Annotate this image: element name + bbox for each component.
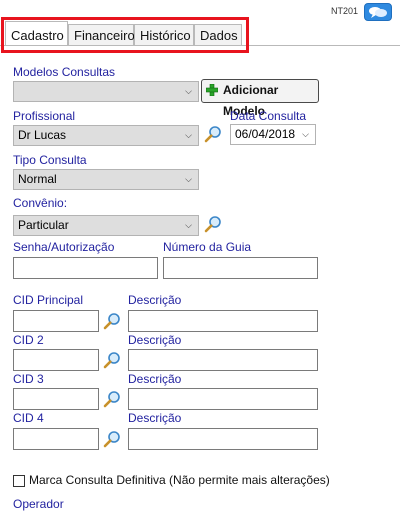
tipo-consulta-select[interactable]: Normal ⌵ — [13, 169, 199, 190]
data-consulta-label: Data Consulta — [230, 109, 307, 123]
tabs-highlight-box — [1, 17, 249, 53]
cid-principal-label: CID Principal — [13, 293, 84, 307]
data-consulta-value: 06/04/2018 — [235, 127, 296, 141]
definitiva-checkbox[interactable] — [13, 475, 25, 487]
profissional-select[interactable]: Dr Lucas ⌵ — [13, 125, 199, 146]
cid2-desc-input[interactable] — [128, 349, 318, 371]
green-plus-icon — [206, 84, 218, 96]
screen-code: NT201 — [330, 6, 358, 16]
cid2-label: CID 2 — [13, 333, 44, 347]
convenio-label: Convênio: — [13, 196, 68, 210]
profissional-value: Dr Lucas — [18, 128, 67, 142]
cid4-desc-input[interactable] — [128, 428, 318, 450]
chevron-down-icon: ⌵ — [185, 130, 192, 140]
modelos-select[interactable]: ⌵ — [13, 81, 199, 102]
cid-principal-desc-label: Descrição — [128, 293, 182, 307]
magnifier-icon[interactable] — [204, 125, 222, 143]
definitiva-label: Marca Consulta Definitiva (Não permite m… — [29, 473, 330, 487]
tipo-consulta-value: Normal — [18, 172, 57, 186]
chevron-down-icon: ⌵ — [185, 86, 192, 96]
modelos-label: Modelos Consultas — [13, 65, 116, 79]
cid3-label: CID 3 — [13, 372, 44, 386]
convenio-value: Particular — [18, 218, 69, 232]
senha-label: Senha/Autorização — [13, 240, 115, 254]
cid4-label: CID 4 — [13, 411, 44, 425]
convenio-select[interactable]: Particular ⌵ — [13, 215, 199, 236]
cid4-input[interactable] — [13, 428, 99, 450]
cid-principal-desc-input[interactable] — [128, 310, 318, 332]
cid-principal-input[interactable] — [13, 310, 99, 332]
guia-input[interactable] — [163, 257, 318, 279]
profissional-label: Profissional — [13, 109, 76, 123]
magnifier-icon[interactable] — [103, 351, 121, 369]
cid3-desc-input[interactable] — [128, 388, 318, 410]
magnifier-icon[interactable] — [204, 215, 222, 233]
magnifier-icon[interactable] — [103, 390, 121, 408]
operador-label: Operador — [13, 497, 64, 511]
tipo-consulta-label: Tipo Consulta — [13, 153, 87, 167]
chat-button[interactable] — [364, 3, 392, 21]
cid3-input[interactable] — [13, 388, 99, 410]
chevron-down-icon: ⌵ — [185, 174, 192, 184]
chevron-down-icon: ⌵ — [185, 220, 192, 230]
magnifier-icon[interactable] — [103, 430, 121, 448]
cid2-desc-label: Descrição — [128, 333, 182, 347]
guia-label: Número da Guia — [163, 240, 252, 254]
senha-input[interactable] — [13, 257, 158, 279]
cid3-desc-label: Descrição — [128, 372, 182, 386]
cid2-input[interactable] — [13, 349, 99, 371]
cid4-desc-label: Descrição — [128, 411, 182, 425]
magnifier-icon[interactable] — [103, 312, 121, 330]
data-consulta-select[interactable]: 06/04/2018 ⌵ — [230, 124, 316, 145]
add-model-button[interactable]: Adicionar Modelo — [201, 79, 319, 118]
chevron-down-icon: ⌵ — [302, 129, 309, 139]
chat-bubble-icon — [369, 7, 387, 18]
